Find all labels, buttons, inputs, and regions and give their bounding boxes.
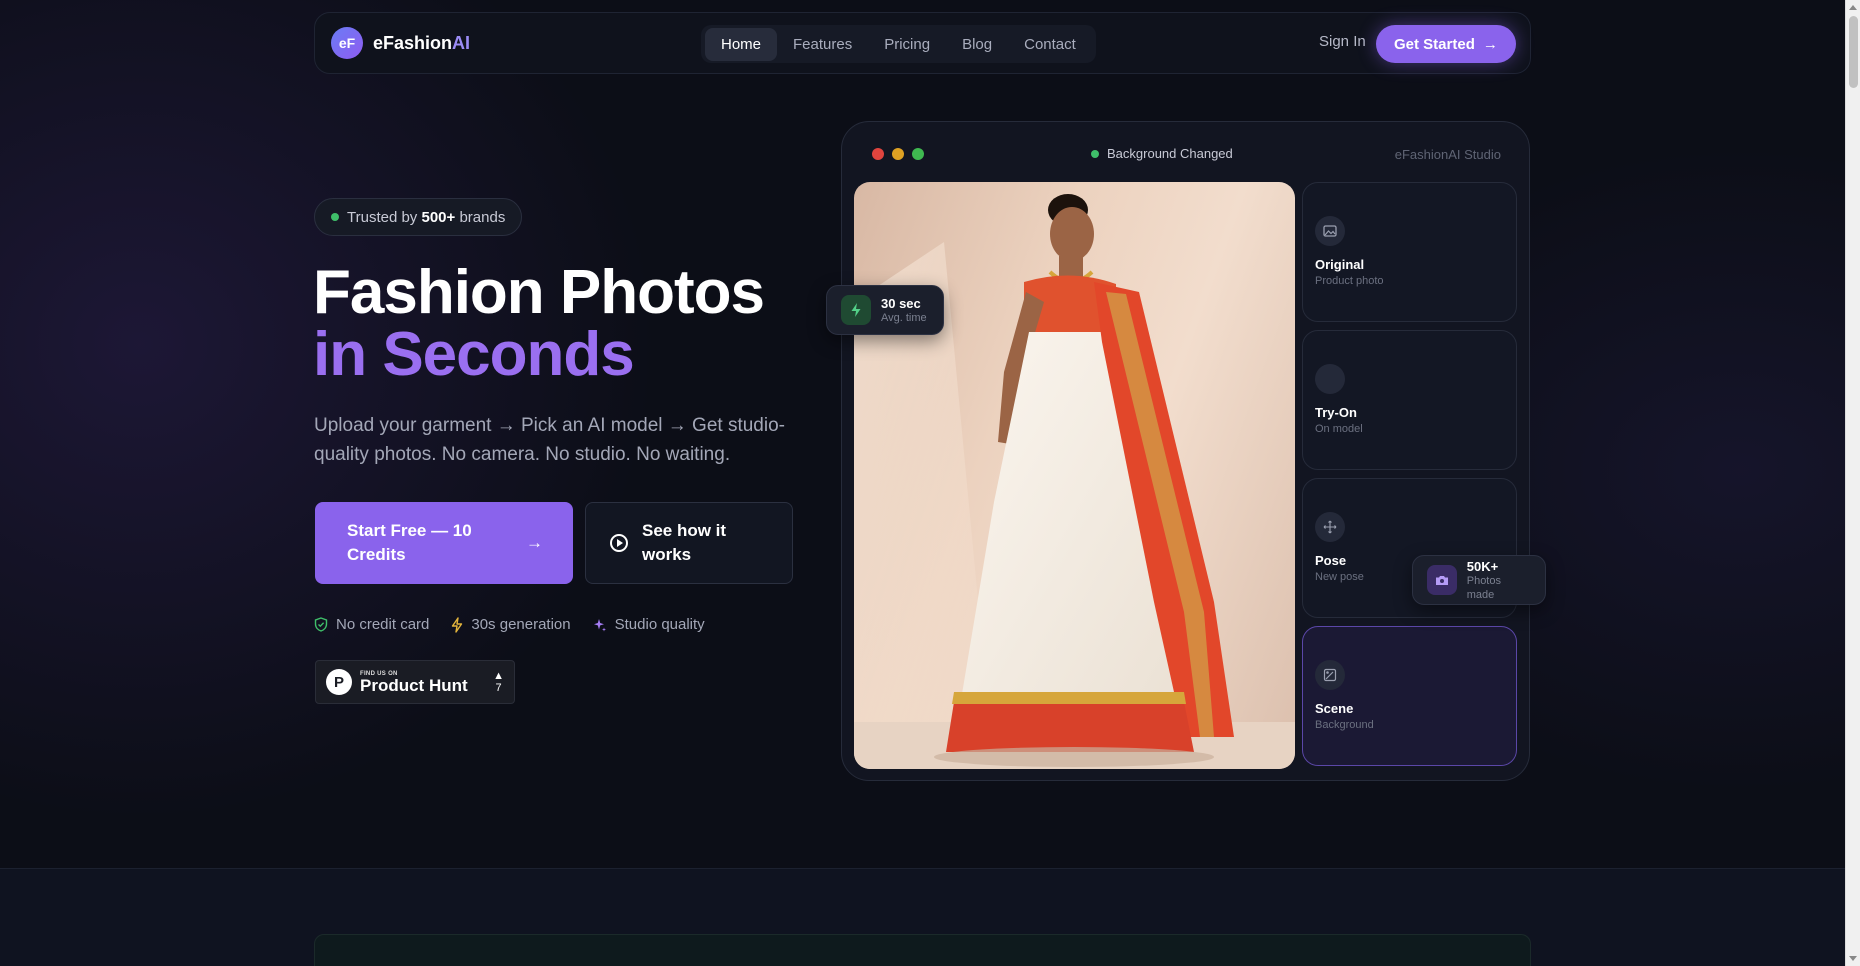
bolt-icon bbox=[841, 295, 871, 325]
minimize-dot-icon bbox=[892, 148, 904, 160]
avg-time-badge: 30 sec Avg. time bbox=[826, 285, 944, 335]
feature-label: 30s generation bbox=[471, 616, 571, 633]
trust-count: 500+ bbox=[421, 208, 456, 226]
product-hunt-text: FIND US ON Product Hunt bbox=[360, 671, 468, 694]
nav-link-pricing[interactable]: Pricing bbox=[868, 28, 946, 61]
logo[interactable]: eF eFashionAI bbox=[331, 27, 470, 59]
product-hunt-logo-icon: P bbox=[326, 669, 352, 695]
avg-time-label: Avg. time bbox=[881, 311, 927, 324]
move-icon bbox=[1315, 512, 1345, 542]
tool-subtitle: New pose bbox=[1315, 571, 1364, 583]
start-free-button[interactable]: Start Free — 10 Credits → bbox=[315, 502, 573, 584]
nav-link-features[interactable]: Features bbox=[777, 28, 868, 61]
arrow-right-icon: → bbox=[526, 533, 543, 552]
bolt-icon bbox=[452, 616, 463, 633]
saree-model-illustration bbox=[854, 194, 1295, 769]
photos-made-badge: 50K+ Photos made bbox=[1412, 555, 1546, 605]
tool-title: Pose bbox=[1315, 553, 1347, 568]
feature-label: No credit card bbox=[336, 616, 430, 633]
scroll-up-arrow-icon[interactable] bbox=[1849, 5, 1857, 10]
trust-prefix: Trusted by bbox=[347, 208, 422, 226]
see-how-button[interactable]: See how it works bbox=[585, 502, 793, 584]
photos-made-value: 50K+ bbox=[1466, 558, 1499, 574]
scroll-down-arrow-icon[interactable] bbox=[1849, 956, 1857, 961]
logo-mark: eF bbox=[331, 27, 363, 59]
feature-30s-generation: 30s generation bbox=[451, 616, 571, 633]
avg-time-value: 30 sec bbox=[881, 295, 921, 311]
avg-time-text: 30 sec Avg. time bbox=[881, 296, 927, 325]
tool-title: Scene bbox=[1315, 701, 1354, 716]
product-photo bbox=[854, 182, 1295, 769]
arrow-right-icon: → bbox=[1482, 35, 1498, 53]
product-hunt-name: Product Hunt bbox=[360, 675, 468, 695]
status-dot-icon bbox=[331, 213, 339, 221]
tool-subtitle: Product photo bbox=[1315, 275, 1384, 287]
trust-text: Trusted by 500+ brands bbox=[347, 209, 505, 226]
tool-try-on[interactable]: Try-On On model bbox=[1302, 330, 1517, 470]
play-icon bbox=[610, 534, 628, 552]
hero-title-line1: Fashion Photos bbox=[313, 258, 765, 327]
logo-name: eFashion bbox=[373, 32, 453, 53]
tool-original[interactable]: Original Product photo bbox=[1302, 182, 1517, 322]
tool-subtitle: On model bbox=[1315, 423, 1363, 435]
maximize-dot-icon bbox=[912, 148, 924, 160]
nav-link-blog[interactable]: Blog bbox=[946, 28, 1008, 61]
close-dot-icon bbox=[872, 148, 884, 160]
status-dot-icon bbox=[1091, 149, 1099, 158]
vote-count: 7 bbox=[495, 682, 502, 694]
top-navbar: eF eFashionAI Home Features Pricing Blog… bbox=[314, 12, 1531, 74]
photos-made-label: Photos made bbox=[1466, 574, 1501, 601]
nav-link-contact[interactable]: Contact bbox=[1008, 28, 1092, 61]
upvote-icon: ▲ bbox=[493, 670, 504, 682]
see-how-label: See how it works bbox=[642, 521, 727, 564]
feature-list: No credit card 30s generation Studio qua… bbox=[314, 616, 705, 633]
window-controls bbox=[872, 148, 924, 160]
tool-scene[interactable]: Scene Background bbox=[1302, 626, 1517, 766]
next-section bbox=[0, 868, 1845, 966]
feature-no-credit-card: No credit card bbox=[314, 616, 429, 633]
sign-in-link[interactable]: Sign In bbox=[1319, 33, 1366, 50]
scene-icon bbox=[1315, 660, 1345, 690]
hero-subtitle: Upload your garment → Pick an AI model →… bbox=[314, 415, 785, 465]
product-hunt-badge[interactable]: P FIND US ON Product Hunt ▲ 7 bbox=[315, 660, 515, 704]
feature-label: Studio quality bbox=[614, 616, 705, 633]
studio-preview-card: Background Changed eFashionAI Studio Ori… bbox=[841, 121, 1530, 781]
logo-suffix: AI bbox=[452, 32, 471, 53]
status-indicator: Background Changed bbox=[1091, 146, 1233, 161]
get-started-label: Get Started bbox=[1394, 35, 1475, 53]
logo-text: eFashionAI bbox=[373, 33, 470, 54]
trust-suffix: brands bbox=[455, 208, 506, 226]
feature-studio-quality: Studio quality bbox=[593, 616, 705, 633]
scroll-thumb[interactable] bbox=[1849, 16, 1858, 88]
sparkle-icon bbox=[593, 618, 606, 631]
trust-badge: Trusted by 500+ brands bbox=[314, 198, 523, 236]
person-icon bbox=[1315, 364, 1345, 394]
next-section-card bbox=[314, 934, 1531, 966]
tool-list: Original Product photo Try-On On model P… bbox=[1302, 182, 1517, 774]
image-icon bbox=[1315, 216, 1345, 246]
get-started-button[interactable]: Get Started → bbox=[1376, 25, 1516, 63]
nav-link-home[interactable]: Home bbox=[705, 27, 778, 61]
start-free-label: Start Free — 10 Credits bbox=[347, 521, 472, 564]
tool-subtitle: Background bbox=[1315, 719, 1374, 731]
product-hunt-votes: ▲ 7 bbox=[493, 670, 504, 694]
shield-check-icon bbox=[314, 617, 328, 632]
camera-icon bbox=[1427, 565, 1457, 595]
nav-links: Home Features Pricing Blog Contact bbox=[701, 25, 1096, 63]
tool-title: Original bbox=[1315, 257, 1365, 272]
status-text: Background Changed bbox=[1107, 146, 1233, 161]
tool-title: Try-On bbox=[1315, 405, 1357, 420]
photos-made-text: 50K+ Photos made bbox=[1467, 559, 1531, 602]
hero-title-line2: in Seconds bbox=[313, 320, 635, 389]
studio-label: eFashionAI Studio bbox=[1394, 147, 1501, 162]
page-scrollbar[interactable] bbox=[1845, 0, 1860, 966]
